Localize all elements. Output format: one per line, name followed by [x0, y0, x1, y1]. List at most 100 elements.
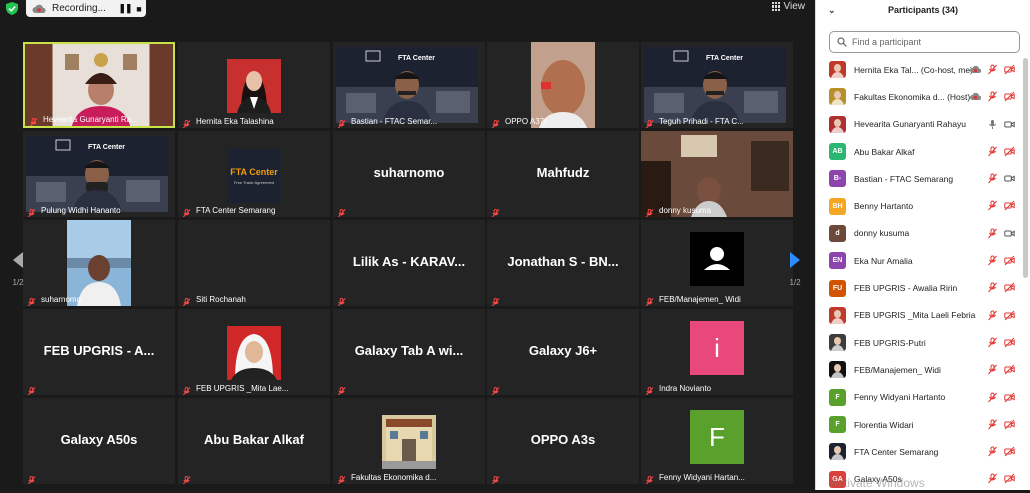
participant-initials-avatar: FU [829, 279, 846, 297]
participant-name: FEB UPGRIS _Mita Laeli Febrianti [854, 310, 976, 321]
video-off-icon[interactable] [1004, 364, 1015, 375]
participant-video-tile[interactable]: Jonathan S - BN... [487, 220, 639, 306]
mic-muted-icon[interactable] [987, 64, 998, 75]
participant-row[interactable]: F Florentia Widari [816, 411, 1021, 438]
video-on-icon[interactable] [1004, 173, 1015, 184]
mic-muted-icon[interactable] [987, 282, 998, 293]
participant-video-tile[interactable]: Hevearita Gunaryanti Ra... [23, 42, 175, 128]
muted-mic-icon [27, 383, 36, 395]
mic-muted-icon[interactable] [987, 310, 998, 321]
participant-video-tile[interactable]: F Fenny Widyani Hartan... [641, 398, 793, 484]
mic-muted-icon[interactable] [987, 146, 998, 157]
tile-display-name: Galaxy A50s [60, 432, 138, 447]
participant-row[interactable]: Hevearita Gunaryanti Rahayu [816, 111, 1021, 138]
video-off-icon[interactable] [1004, 282, 1015, 293]
mic-muted-icon[interactable] [987, 337, 998, 348]
tile-display-name: Mahfudz [536, 165, 590, 180]
participant-video-tile[interactable]: Galaxy J6+ [487, 309, 639, 395]
video-on-icon[interactable] [1004, 119, 1015, 130]
video-off-icon[interactable] [1004, 392, 1015, 403]
grid-view-icon [771, 2, 781, 11]
participant-video-tile[interactable]: FTA Center Pulung Widhi Hananto [23, 131, 175, 217]
mic-muted-icon[interactable] [987, 91, 998, 102]
participant-name-label: Bastian - FTAC Semar... [351, 117, 438, 126]
participant-video-tile[interactable]: Mahfudz [487, 131, 639, 217]
video-off-icon[interactable] [1004, 91, 1015, 102]
video-off-icon[interactable] [1004, 146, 1015, 157]
mic-muted-icon[interactable] [987, 392, 998, 403]
participant-row[interactable]: EN Eka Nur Amalia [816, 247, 1021, 274]
video-off-icon[interactable] [1004, 419, 1015, 430]
video-off-icon[interactable] [1004, 255, 1015, 266]
mic-muted-icon[interactable] [987, 255, 998, 266]
video-off-icon[interactable] [1004, 200, 1015, 211]
collapse-panel-chevron-icon[interactable]: ⌄ [828, 0, 836, 20]
participant-name-label: Pulung Widhi Hananto [41, 206, 121, 215]
mic-on-icon[interactable] [987, 119, 998, 130]
participant-video-tile[interactable]: FTA Center Free Trade Agreement FTA Center… [178, 131, 330, 217]
video-off-icon[interactable] [1004, 310, 1015, 321]
participant-name-label: donny kusuma [659, 206, 712, 215]
next-page-button[interactable]: 1/2 [787, 252, 803, 287]
page-indicator-right: 1/2 [789, 278, 801, 287]
mic-muted-icon[interactable] [987, 173, 998, 184]
participant-video-tile[interactable]: FEB UPGRIS - A... [23, 309, 175, 395]
stop-recording-icon[interactable]: ■ [132, 4, 146, 14]
participant-video-tile[interactable]: Abu Bakar Alkaf [178, 398, 330, 484]
participant-name-label: suharnomo [41, 295, 82, 304]
video-off-icon[interactable] [1004, 446, 1015, 457]
participant-photo-avatar [829, 361, 846, 379]
participant-list: Hernita Eka Tal... (Co-host, me) Fakultas… [816, 56, 1021, 493]
view-button[interactable]: View [771, 1, 805, 12]
muted-mic-icon [645, 205, 654, 217]
participant-video-tile[interactable]: Hernita Eka Talashina [178, 42, 330, 128]
video-off-icon[interactable] [1004, 473, 1015, 484]
participant-search-input[interactable]: Find a participant [829, 31, 1020, 53]
participant-video-tile[interactable]: OPPO A37f [487, 42, 639, 128]
participant-video-tile[interactable]: i Indra Novianto [641, 309, 793, 395]
participant-video-tile[interactable]: suharnomo [333, 131, 485, 217]
participant-row[interactable]: FEB/Manajemen_ Widi [816, 356, 1021, 383]
participant-status-icons [987, 446, 1015, 457]
video-on-icon[interactable] [1004, 228, 1015, 239]
fta-logo-title: FTA Center [230, 167, 278, 177]
mic-muted-icon[interactable] [987, 228, 998, 239]
participant-row[interactable]: Hernita Eka Tal... (Co-host, me) [816, 56, 1021, 83]
previous-page-button[interactable]: 1/2 [10, 252, 26, 287]
participant-video-tile[interactable]: donny kusuma [641, 131, 793, 217]
participant-video-tile[interactable]: suharnomo [23, 220, 175, 306]
mic-muted-icon[interactable] [987, 446, 998, 457]
security-shield-icon[interactable] [6, 2, 18, 15]
participant-video-tile[interactable]: OPPO A3s [487, 398, 639, 484]
participant-video-tile[interactable]: FTA Center Bastian - FTAC Semar... [333, 42, 485, 128]
participant-video-tile[interactable]: Galaxy Tab A wi... [333, 309, 485, 395]
participant-video-tile[interactable]: Siti Rochanah [178, 220, 330, 306]
mic-muted-icon[interactable] [987, 200, 998, 211]
participant-photo-avatar [829, 115, 846, 133]
participant-video-tile[interactable]: FTA Center Teguh Prihadi - FTA C... [641, 42, 793, 128]
participant-row[interactable]: d donny kusuma [816, 220, 1021, 247]
participant-video-tile[interactable]: Galaxy A50s [23, 398, 175, 484]
participant-name-label: FEB UPGRIS _Mita Lae... [196, 384, 289, 393]
participant-list-scrollbar[interactable] [1023, 58, 1028, 278]
participant-video-tile[interactable]: FEB/Manajemen_ Widi [641, 220, 793, 306]
pause-recording-icon[interactable]: ❚❚ [118, 3, 132, 14]
participant-name: Benny Hartanto [854, 201, 914, 212]
participant-row[interactable]: Fakultas Ekonomika d... (Host) [816, 83, 1021, 110]
participant-row[interactable]: FEB UPGRIS _Mita Laeli Febrianti [816, 302, 1021, 329]
participant-row[interactable]: F Fenny Widyani Hartanto [816, 384, 1021, 411]
video-off-icon[interactable] [1004, 64, 1015, 75]
participant-row[interactable]: AB Abu Bakar Alkaf [816, 138, 1021, 165]
video-off-icon[interactable] [1004, 337, 1015, 348]
participant-row[interactable]: B- Bastian - FTAC Semarang [816, 165, 1021, 192]
participant-video-tile[interactable]: Lilik As - KARAV... [333, 220, 485, 306]
participant-row[interactable]: FU FEB UPGRIS - Awalia Ririn [816, 274, 1021, 301]
mic-muted-icon[interactable] [987, 419, 998, 430]
mic-muted-icon[interactable] [987, 473, 998, 484]
participant-video-tile[interactable]: FEB UPGRIS _Mita Lae... [178, 309, 330, 395]
participant-row[interactable]: FTA Center Semarang [816, 438, 1021, 465]
participant-video-tile[interactable]: Fakultas Ekonomika d... [333, 398, 485, 484]
participant-row[interactable]: BH Benny Hartanto [816, 192, 1021, 219]
mic-muted-icon[interactable] [987, 364, 998, 375]
participant-row[interactable]: FEB UPGRIS-Putri [816, 329, 1021, 356]
